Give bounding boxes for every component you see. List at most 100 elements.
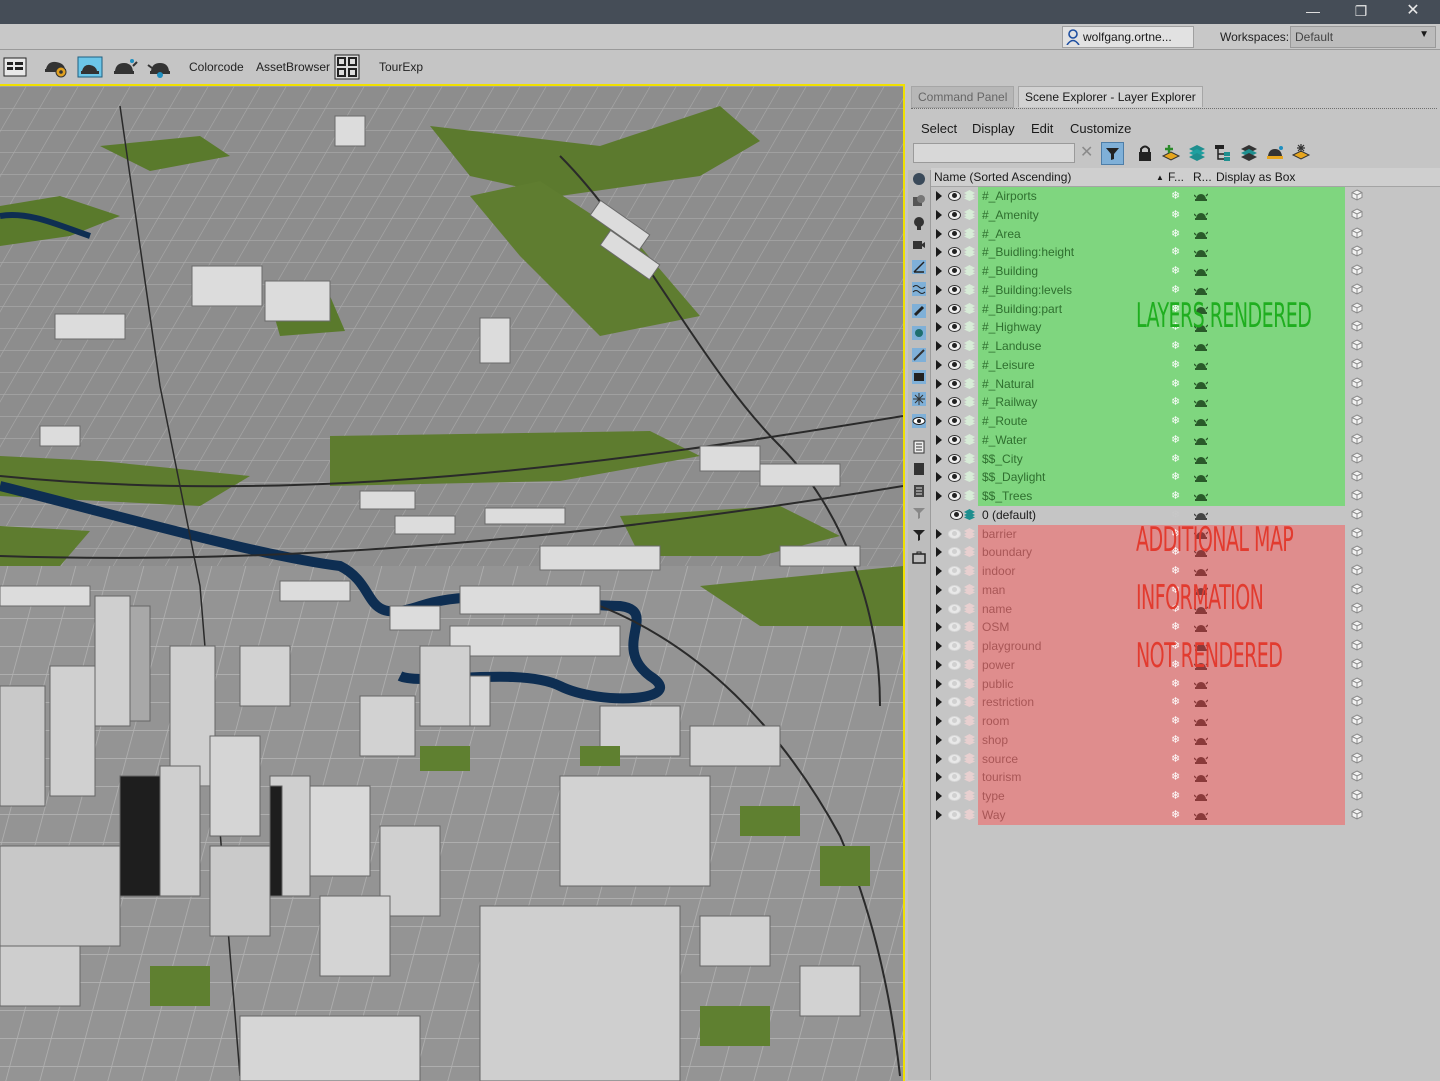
expand-arrow-icon[interactable] (936, 603, 942, 614)
layer-row[interactable]: #_Water ❄ (931, 430, 1440, 450)
layer-row[interactable]: #_Airports ❄ (931, 187, 1440, 206)
eye-icon[interactable] (948, 697, 961, 708)
expand-arrow-icon[interactable] (936, 734, 942, 745)
layer-row[interactable]: #_Leisure ❄ (931, 355, 1440, 375)
briefcase-icon[interactable] (912, 550, 926, 564)
expand-arrow-icon[interactable] (936, 809, 942, 820)
layer-row[interactable]: #_Landuse ❄ (931, 337, 1440, 356)
layer-row[interactable]: restriction ❄ (931, 693, 1440, 713)
render-teapot-icon[interactable] (1194, 454, 1208, 464)
box-icon[interactable] (1351, 245, 1363, 257)
render-setup-gear-icon[interactable] (42, 53, 70, 81)
light-icon[interactable] (912, 216, 926, 230)
box-icon[interactable] (1351, 601, 1363, 614)
expand-arrow-icon[interactable] (936, 359, 942, 370)
snowflake-icon[interactable]: ❄ (1171, 339, 1180, 352)
box-icon[interactable] (1351, 751, 1363, 764)
render-teapot-icon[interactable] (1194, 247, 1208, 258)
box-icon[interactable] (1351, 620, 1363, 632)
box-icon[interactable] (1351, 583, 1363, 595)
expand-arrow-icon[interactable] (936, 209, 942, 220)
eye-icon[interactable] (948, 491, 961, 501)
render-teapot-icon[interactable] (1194, 435, 1208, 445)
layer-teapot-icon[interactable] (1264, 142, 1286, 164)
box-icon[interactable] (1351, 414, 1363, 426)
eye-icon[interactable] (948, 659, 961, 670)
layers-icon[interactable] (1238, 142, 1260, 164)
add-layer-icon[interactable] (1160, 142, 1182, 164)
eye-icon[interactable] (948, 416, 961, 426)
snowflake-icon[interactable]: ❄ (1171, 245, 1180, 258)
render-teapot-icon[interactable] (1194, 716, 1208, 726)
eye-icon[interactable] (948, 453, 961, 464)
box-icon[interactable] (1351, 639, 1363, 651)
layer-row[interactable]: $$_City ❄ (931, 449, 1440, 469)
eye-icon[interactable] (948, 528, 961, 539)
snowflake-icon[interactable]: ❄ (1171, 789, 1180, 802)
snowflake-icon[interactable]: ❄ (1171, 395, 1180, 408)
eye-icon[interactable] (948, 303, 961, 314)
snowflake-icon[interactable]: ❄ (1171, 283, 1180, 296)
render-setup-icon[interactable] (2, 53, 30, 81)
eye-icon[interactable] (948, 772, 961, 783)
close-button[interactable]: ✕ (1390, 0, 1436, 24)
expand-arrow-icon[interactable] (936, 753, 942, 764)
filter-off-icon[interactable] (912, 506, 926, 520)
layer-row[interactable]: OSM ❄ (931, 618, 1440, 638)
square-icon[interactable] (912, 462, 926, 476)
layer-row[interactable]: Way ❄ (931, 805, 1440, 825)
snowflake-icon[interactable]: ❄ (1171, 189, 1180, 202)
eye-icon[interactable] (948, 734, 961, 745)
expand-arrow-icon[interactable] (936, 397, 942, 408)
layer-row[interactable]: type ❄ (931, 787, 1440, 806)
eye-icon[interactable] (948, 191, 961, 201)
expand-arrow-icon[interactable] (936, 434, 942, 445)
eye-icon[interactable] (948, 584, 961, 595)
tourexp-button[interactable]: TourExp (379, 60, 423, 74)
layer-row[interactable]: #_Area ❄ (931, 224, 1440, 244)
asterisk-icon[interactable] (912, 392, 926, 406)
render-teapot-icon[interactable] (1194, 360, 1208, 370)
snowflake-icon[interactable]: ❄ (1171, 358, 1180, 371)
box-icon[interactable] (1351, 564, 1363, 576)
expand-arrow-icon[interactable] (936, 284, 942, 295)
eye-icon[interactable] (948, 359, 961, 370)
layer-row[interactable]: #_Amenity ❄ (931, 205, 1440, 225)
eye-icon[interactable] (948, 322, 961, 333)
render-teapot-icon[interactable] (1194, 679, 1208, 689)
eye-icon[interactable] (948, 603, 961, 614)
snowflake-icon[interactable]: ❄ (1171, 752, 1180, 765)
freeze-column-header[interactable]: F... (1168, 170, 1184, 184)
container-icon[interactable] (912, 326, 926, 340)
render-teapot-icon[interactable] (1194, 397, 1208, 408)
eye-icon[interactable] (948, 247, 961, 258)
expand-arrow-icon[interactable] (936, 247, 942, 258)
render-teapot-icon[interactable] (1194, 285, 1208, 295)
eye-icon[interactable] (948, 434, 961, 445)
expand-arrow-icon[interactable] (936, 341, 942, 351)
menu-customize[interactable]: Customize (1070, 121, 1131, 136)
render-teapot-icon[interactable] (146, 53, 174, 81)
layer-row[interactable]: #_Building ❄ (931, 262, 1440, 281)
maximize-button[interactable]: ❐ (1338, 0, 1384, 24)
eye-icon[interactable] (948, 209, 961, 220)
render-teapot-icon[interactable] (1194, 772, 1208, 783)
snowflake-icon[interactable]: ❄ (1171, 227, 1180, 240)
asset-browser-button[interactable]: AssetBrowser (256, 60, 330, 74)
clear-search-icon[interactable]: ✕ (1080, 142, 1093, 162)
snowflake-icon[interactable]: ❄ (1171, 714, 1180, 727)
eye-icon[interactable] (948, 716, 961, 726)
box-icon[interactable] (1351, 789, 1363, 801)
expand-arrow-icon[interactable] (936, 791, 942, 801)
box-icon[interactable] (1351, 395, 1363, 407)
box-icon[interactable] (1351, 489, 1363, 501)
geometry-icon[interactable] (912, 172, 926, 186)
box-icon[interactable] (1351, 301, 1363, 314)
snowflake-icon[interactable]: ❄ (1171, 377, 1180, 390)
eye-icon[interactable] (948, 622, 961, 633)
box-icon[interactable] (1351, 283, 1363, 295)
expand-arrow-icon[interactable] (936, 378, 942, 389)
xref-icon[interactable] (912, 348, 926, 362)
render-teapot-icon[interactable] (1194, 622, 1208, 633)
expand-arrow-icon[interactable] (936, 453, 942, 464)
